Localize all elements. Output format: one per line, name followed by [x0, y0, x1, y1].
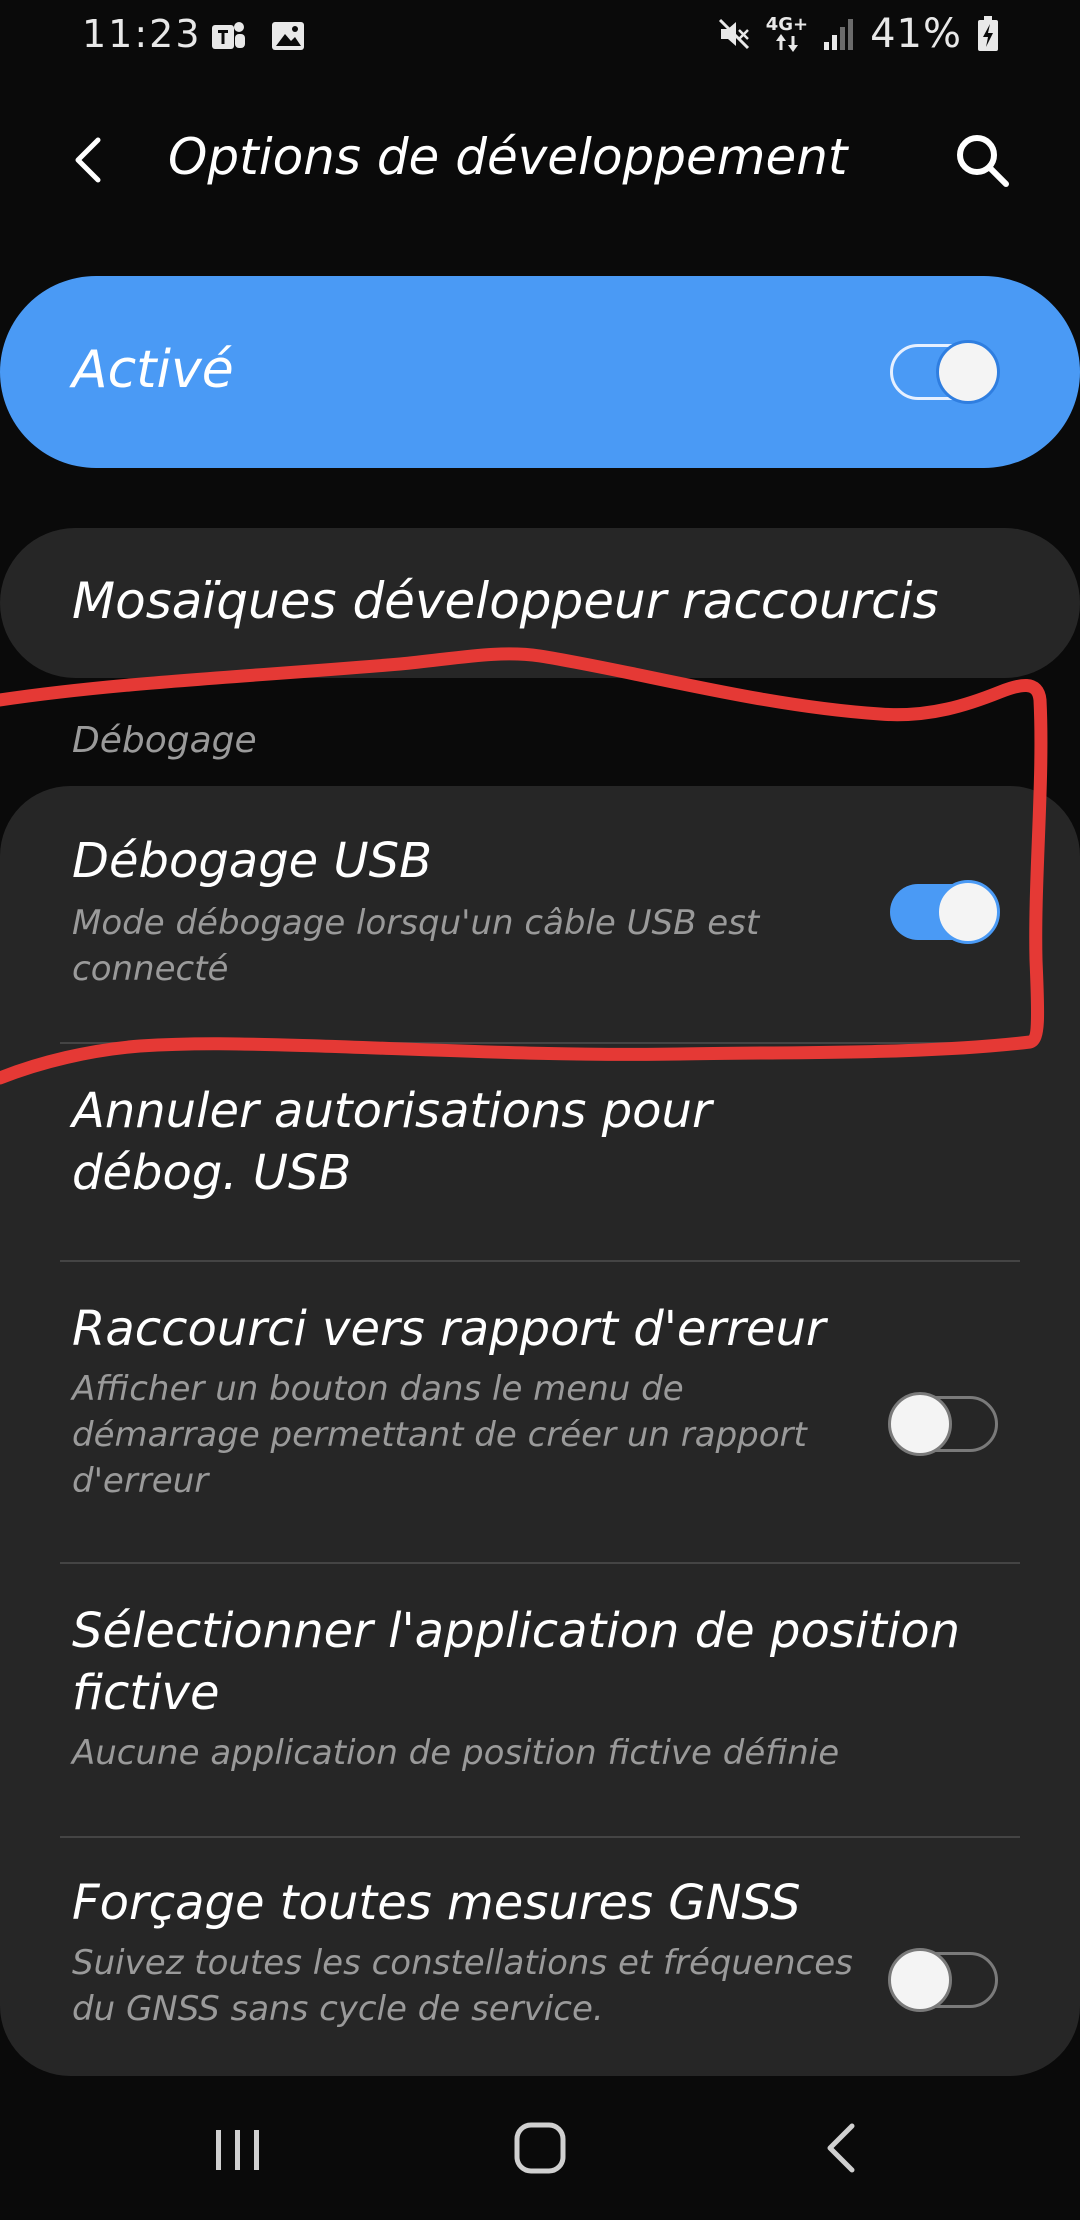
quick-settings-tiles-card[interactable]: Mosaïques développeur raccourcis [0, 528, 1080, 678]
status-right-cluster: 4G+ 41% [716, 11, 1000, 57]
battery-percent: 41% [870, 11, 962, 57]
quick-settings-tiles-label: Mosaïques développeur raccourcis [72, 572, 939, 630]
toggle-knob [888, 1948, 952, 2012]
force-gnss-measurements-description: Suivez toutes les constellations et fréq… [72, 1943, 853, 2029]
bug-report-shortcut-description: Afficher un bouton dans le menu de démar… [72, 1369, 807, 1501]
navigation-bar [0, 2076, 1080, 2220]
force-gnss-measurements-toggle[interactable] [888, 1948, 998, 2012]
search-icon[interactable] [950, 128, 1014, 192]
section-header-debugging: Débogage [72, 720, 257, 761]
mock-location-app-description: Aucune application de position fictive d… [72, 1733, 840, 1773]
network-type: 4G+ [765, 14, 809, 35]
mute-icon [718, 18, 749, 50]
force-gnss-measurements-row[interactable]: Forçage toutes mesures GNSS Suivez toute… [0, 1838, 1080, 2076]
usb-debugging-row[interactable]: Débogage USB Mode débogage lorsqu'un câb… [0, 786, 1080, 1044]
toggle-knob [936, 340, 1000, 404]
master-switch-card[interactable]: Activé [0, 276, 1080, 468]
toggle-knob [888, 1392, 952, 1456]
mock-location-app-row[interactable]: Sélectionner l'application de position f… [0, 1564, 1080, 1836]
app-bar: Options de développement [0, 100, 1080, 220]
teams-icon [212, 22, 245, 49]
bug-report-shortcut-title: Raccourci vers rapport d'erreur [72, 1301, 826, 1357]
battery-charging-icon [978, 16, 998, 51]
bug-report-shortcut-toggle[interactable] [888, 1392, 998, 1456]
debugging-settings-card: Débogage USB Mode débogage lorsqu'un câb… [0, 786, 1080, 2076]
back-icon[interactable] [814, 2120, 870, 2176]
toggle-knob [936, 880, 1000, 944]
signal-icon [824, 19, 854, 50]
bug-report-shortcut-row[interactable]: Raccourci vers rapport d'erreur Afficher… [0, 1262, 1080, 1562]
master-switch-label: Activé [72, 340, 234, 400]
home-icon[interactable] [512, 2120, 568, 2176]
usb-debugging-description: Mode débogage lorsqu'un câble USB est co… [72, 903, 760, 989]
usb-debugging-toggle[interactable] [890, 880, 1000, 944]
usb-debugging-title: Débogage USB [72, 833, 432, 889]
page-title: Options de développement [168, 128, 848, 186]
network-indicator: 4G+ [766, 16, 808, 52]
force-gnss-measurements-title: Forçage toutes mesures GNSS [72, 1875, 801, 1931]
recents-icon[interactable] [210, 2122, 266, 2178]
status-time: 11:23 [82, 12, 202, 56]
status-bar: 11:23 4G+ 41% [0, 0, 1080, 70]
revoke-usb-authorizations-row[interactable]: Annuler autorisations pour débog. USB [0, 1044, 1080, 1270]
mock-location-app-title: Sélectionner l'application de position f… [72, 1603, 961, 1721]
gallery-icon [272, 22, 304, 50]
master-switch-toggle[interactable] [890, 340, 1000, 404]
network-arrows-icon [775, 34, 798, 52]
back-arrow-icon[interactable] [62, 130, 122, 190]
revoke-usb-authorizations-title: Annuler autorisations pour débog. USB [72, 1083, 712, 1201]
